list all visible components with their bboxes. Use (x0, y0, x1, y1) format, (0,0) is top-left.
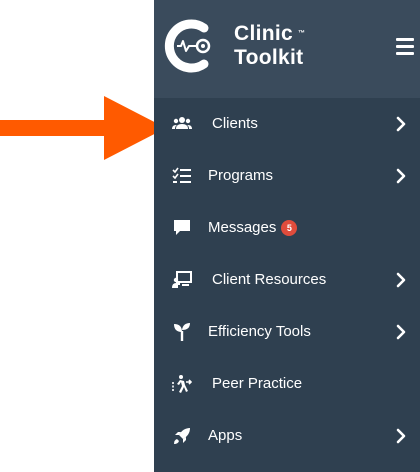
rocket-icon (174, 428, 190, 444)
sidebar-item-label: Programs (208, 167, 274, 184)
chevron-right-icon (396, 116, 406, 132)
presentation-icon (172, 271, 192, 288)
brand-line1: Clinic (234, 22, 293, 45)
sidebar-item-label-text: Messages (208, 219, 277, 236)
users-icon (172, 117, 192, 129)
sidebar-item-client-resources[interactable]: Client Resources (154, 254, 420, 306)
sidebar-item-label: Messages 5 (208, 218, 298, 238)
brand-name: Clinic Toolkit ™ (234, 22, 306, 70)
checklist-icon (172, 167, 191, 183)
sidebar-item-label: Client Resources (212, 271, 327, 288)
brand-line2: Toolkit (234, 46, 304, 69)
sidebar-item-peer-practice[interactable]: Peer Practice (154, 358, 420, 410)
sidebar-item-apps[interactable]: Apps (154, 410, 420, 462)
chevron-right-icon (396, 272, 406, 288)
chevron-right-icon (396, 324, 406, 340)
chat-icon (174, 220, 190, 235)
sidebar-menu: Clients Programs Messages 5 Client Resou… (154, 98, 420, 462)
sidebar-header: Clinic Toolkit ™ (154, 0, 420, 98)
hamburger-menu-icon[interactable] (396, 38, 414, 56)
sidebar: Clinic Toolkit ™ Clients Programs Messag… (154, 0, 420, 472)
sidebar-item-label: Apps (208, 427, 243, 444)
sidebar-item-label: Clients (212, 115, 258, 132)
trademark-symbol: ™ (298, 30, 306, 37)
clinic-toolkit-logo-icon[interactable] (164, 18, 216, 74)
sidebar-item-label: Efficiency Tools (208, 323, 311, 340)
sidebar-item-label: Peer Practice (212, 375, 303, 392)
unread-count-badge: 5 (281, 220, 298, 236)
pointer-arrow-icon (0, 96, 166, 160)
running-person-icon (172, 375, 192, 393)
sidebar-item-efficiency-tools[interactable]: Efficiency Tools (154, 306, 420, 358)
sidebar-item-programs[interactable]: Programs (154, 150, 420, 202)
seedling-icon (174, 323, 190, 341)
sidebar-item-messages[interactable]: Messages 5 (154, 202, 420, 254)
chevron-right-icon (396, 428, 406, 444)
sidebar-item-clients[interactable]: Clients (154, 98, 420, 150)
chevron-right-icon (396, 168, 406, 184)
